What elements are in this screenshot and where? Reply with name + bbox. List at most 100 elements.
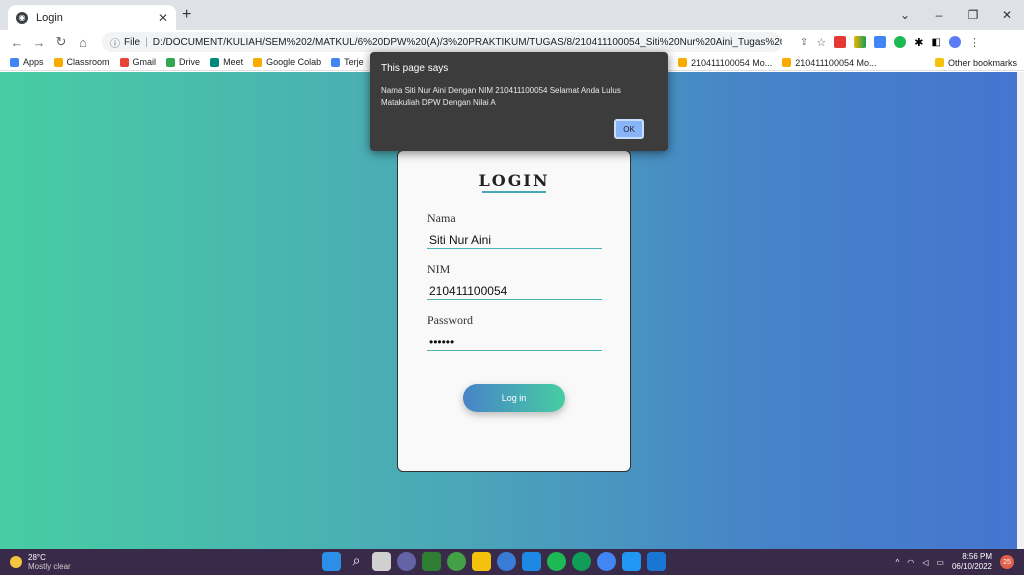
- bookmark-label: 210411100054 Mo...: [691, 57, 773, 68]
- chat-icon[interactable]: [397, 552, 416, 571]
- chrome-icon[interactable]: [497, 552, 516, 571]
- extension-icon[interactable]: [874, 36, 887, 48]
- weather-icon: [10, 556, 22, 568]
- bookmark-label: Classroom: [66, 57, 110, 67]
- ok-button[interactable]: OK: [614, 119, 644, 139]
- bookmark-icon: [53, 57, 63, 67]
- system-tray: ^ ◠ ◁ ▭ 8:56 PM 06/10/2022 25: [895, 552, 1014, 572]
- forward-button[interactable]: →: [28, 35, 50, 50]
- bookmark-item[interactable]: Apps: [10, 57, 44, 67]
- bookmark-label: Drive: [179, 57, 201, 67]
- app-icon[interactable]: [647, 552, 666, 571]
- new-tab-button[interactable]: +: [182, 6, 191, 24]
- tab-search-icon[interactable]: ⌄: [888, 8, 922, 22]
- info-icon[interactable]: ⓘ: [110, 35, 120, 50]
- sidebar-icon[interactable]: ◧: [931, 37, 940, 48]
- home-button[interactable]: ⌂: [72, 35, 94, 50]
- scrollbar[interactable]: [1017, 72, 1024, 549]
- login-title: LOGIN: [478, 171, 550, 190]
- login-card: LOGIN Nama Siti Nur Aini NIM 21041110005…: [397, 150, 631, 472]
- bookmark-icon: [166, 57, 176, 67]
- taskbar: 28°C Mostly clear ⌕ ^ ◠ ◁ ▭ 8:56 PM 06/1…: [0, 549, 1024, 575]
- nim-input[interactable]: 210411100054: [427, 282, 602, 300]
- other-bookmarks[interactable]: Other bookmarks: [935, 54, 1018, 70]
- url-scheme: File: [124, 36, 141, 48]
- bookmark-item[interactable]: 210411100054 Mo...: [782, 58, 876, 68]
- bookmark-item[interactable]: Google Colab: [253, 57, 321, 67]
- bookmark-label: Meet: [223, 57, 244, 67]
- close-tab-icon[interactable]: ✕: [158, 11, 168, 25]
- extension-icon[interactable]: [834, 36, 847, 48]
- bookmark-label: 210411100054 Mo...: [795, 57, 877, 68]
- other-bookmarks-label: Other bookmarks: [948, 57, 1018, 68]
- app-icon[interactable]: [422, 552, 441, 571]
- clock[interactable]: 8:56 PM 06/10/2022: [952, 552, 992, 572]
- colab-icon: [678, 58, 687, 67]
- password-input[interactable]: ••••••: [427, 333, 602, 351]
- notification-badge[interactable]: 25: [1000, 555, 1014, 569]
- file-explorer-icon[interactable]: [472, 552, 491, 571]
- login-button[interactable]: Log in: [463, 384, 565, 412]
- bookmark-item[interactable]: Gmail: [119, 57, 157, 67]
- window-controls: ⌄ – ❐ ✕: [888, 0, 1024, 30]
- back-button[interactable]: ←: [6, 35, 28, 50]
- bookmark-icon: [10, 57, 19, 67]
- edge-icon[interactable]: [572, 552, 591, 571]
- bookmark-label: Apps: [23, 57, 44, 67]
- bookmark-star-icon[interactable]: ☆: [816, 36, 826, 49]
- password-label: Password: [427, 313, 474, 327]
- wifi-icon[interactable]: ◠: [907, 558, 914, 567]
- spotify-icon[interactable]: [547, 552, 566, 571]
- reload-button[interactable]: ↻: [50, 34, 72, 50]
- app-icon[interactable]: [522, 552, 541, 571]
- bookmark-item[interactable]: Terje: [331, 57, 364, 67]
- taskbar-apps: ⌕: [322, 552, 666, 571]
- tab-title: Login: [36, 11, 63, 24]
- nim-label: NIM: [427, 262, 451, 276]
- temperature: 28°C: [28, 553, 46, 562]
- bookmark-item[interactable]: Classroom: [53, 57, 110, 67]
- minimize-button[interactable]: –: [922, 8, 956, 22]
- url-separator: |: [145, 36, 148, 48]
- share-icon[interactable]: ⇪: [800, 37, 808, 48]
- maximize-button[interactable]: ❐: [956, 8, 990, 22]
- chevron-up-icon[interactable]: ^: [895, 558, 899, 567]
- weather-status: Mostly clear: [28, 562, 71, 571]
- volume-icon[interactable]: ◁: [922, 558, 928, 567]
- time: 8:56 PM: [962, 552, 992, 561]
- nama-input[interactable]: Siti Nur Aini: [427, 231, 602, 249]
- extension-icon[interactable]: [894, 36, 907, 48]
- bookmark-item[interactable]: Meet: [210, 57, 243, 67]
- menu-icon[interactable]: ⋮: [969, 36, 980, 49]
- puzzle-icon[interactable]: ✱: [914, 36, 923, 49]
- alert-dialog: This page says Nama Siti Nur Aini Dengan…: [370, 52, 668, 151]
- bookmark-item[interactable]: 210411100054 Mo...: [678, 58, 772, 68]
- bookmark-label: Gmail: [132, 57, 157, 67]
- whatsapp-icon[interactable]: [447, 552, 466, 571]
- bookmark-icon: [119, 57, 129, 67]
- vscode-icon[interactable]: [622, 552, 641, 571]
- weather-widget[interactable]: 28°C Mostly clear: [10, 553, 71, 571]
- title-underline: [482, 191, 546, 193]
- address-bar[interactable]: ⓘ File | D:/DOCUMENT/KULIAH/SEM%202/MATK…: [102, 32, 782, 52]
- task-view-icon[interactable]: [372, 552, 391, 571]
- globe-icon: ◉: [16, 11, 28, 24]
- tab-strip: ◉ Login ✕ + ⌄ – ❐ ✕: [0, 0, 1024, 30]
- bookmark-icon: [210, 57, 220, 67]
- tab-login[interactable]: ◉ Login ✕: [8, 5, 176, 30]
- extension-icon[interactable]: [854, 36, 867, 48]
- profile-avatar[interactable]: [948, 36, 961, 48]
- dialog-title: This page says: [381, 63, 449, 74]
- bookmark-label: Google Colab: [266, 57, 322, 67]
- bookmark-item[interactable]: Drive: [166, 57, 200, 67]
- date: 06/10/2022: [951, 562, 992, 571]
- battery-icon[interactable]: ▭: [936, 558, 944, 567]
- chrome-icon[interactable]: [597, 552, 616, 571]
- toolbar-actions: ⇪ ☆ ✱ ◧ ⋮: [800, 32, 980, 52]
- search-icon[interactable]: ⌕: [347, 552, 366, 571]
- bookmark-label: Terje: [344, 57, 364, 67]
- nama-label: Nama: [427, 211, 456, 225]
- start-icon[interactable]: [322, 552, 341, 571]
- close-window-button[interactable]: ✕: [990, 8, 1024, 22]
- url-text: D:/DOCUMENT/KULIAH/SEM%202/MATKUL/6%20DP…: [152, 36, 782, 48]
